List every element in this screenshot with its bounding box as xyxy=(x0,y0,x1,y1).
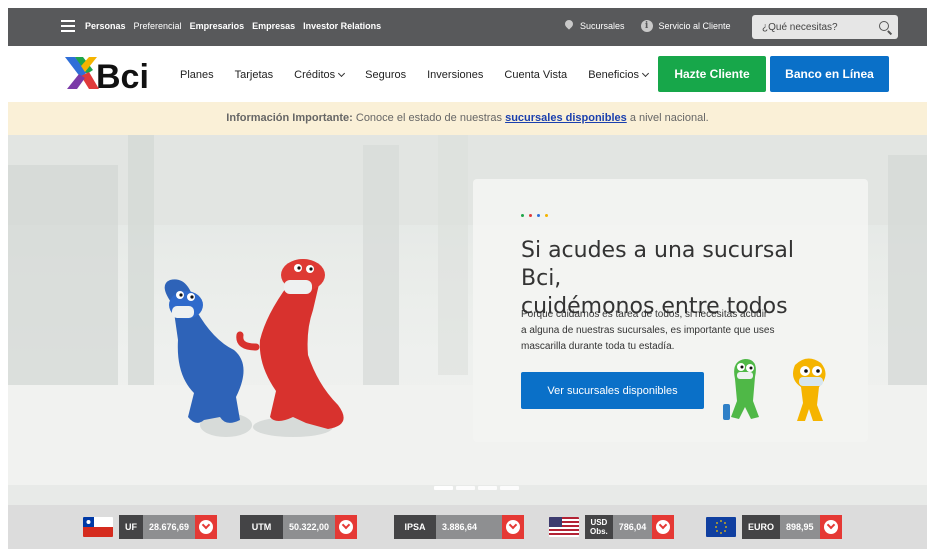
ver-sucursales-button[interactable]: Ver sucursales disponibles xyxy=(521,372,704,409)
info-banner: Información Importante: Conoce el estado… xyxy=(8,102,927,135)
search-icon[interactable] xyxy=(879,21,889,31)
carousel-indicators xyxy=(434,486,519,490)
chevron-down-icon xyxy=(338,69,346,78)
carousel-dot-3[interactable] xyxy=(478,486,497,490)
ticker-value: 786,04 xyxy=(612,515,653,539)
segment-link-empresarios[interactable]: Empresarios xyxy=(190,21,245,31)
menu-icon[interactable] xyxy=(61,20,75,32)
nav-item-inversiones[interactable]: Inversiones xyxy=(427,69,483,81)
ticker-label: UF xyxy=(119,515,143,539)
ticker-value: 898,95 xyxy=(780,515,820,539)
nav-item-seguros[interactable]: Seguros xyxy=(365,69,406,81)
ticker-usd: USD Obs. 786,04 xyxy=(549,515,675,539)
hazte-cliente-button[interactable]: Hazte Cliente xyxy=(658,56,766,92)
hero-body-line2: a alguna de nuestras sucursales, es impo… xyxy=(521,325,775,336)
ticker-euro: EURO 898,95 xyxy=(706,515,842,539)
search-input[interactable] xyxy=(752,15,870,39)
nav-item-planes[interactable]: Planes xyxy=(180,69,214,81)
nav-item-cuenta-vista[interactable]: Cuenta Vista xyxy=(504,69,567,81)
chevron-down-icon[interactable] xyxy=(335,515,358,539)
chevron-down-icon[interactable] xyxy=(819,515,842,539)
search-box xyxy=(752,15,898,39)
segment-link-investor-relations[interactable]: Investor Relations xyxy=(303,21,381,31)
location-pin-icon xyxy=(564,20,574,32)
ticker-label: IPSA xyxy=(394,515,436,539)
top-bar: Personas Preferencial Empresarios Empres… xyxy=(8,8,927,46)
ticker-value: 50.322,00 xyxy=(283,515,336,539)
ticker-label: EURO xyxy=(742,515,781,539)
segment-link-preferencial[interactable]: Preferencial xyxy=(134,21,182,31)
notice-text-before: Conoce el estado de nuestras xyxy=(355,112,503,124)
ticker-utm: UTM 50.322,00 xyxy=(240,515,358,539)
hero-title-line1: Si acudes a una sucursal Bci, xyxy=(521,238,794,291)
chile-flag-icon xyxy=(83,517,113,537)
logo-text: Bci xyxy=(96,58,149,96)
ticker-ipsa: IPSA 3.886,64 xyxy=(394,515,524,539)
banco-en-linea-button[interactable]: Banco en Línea xyxy=(770,56,889,92)
ticker-label: UTM xyxy=(240,515,283,539)
small-mascots-illustration xyxy=(723,358,826,421)
usa-flag-icon xyxy=(549,517,579,537)
carousel-dot-2[interactable] xyxy=(456,486,475,490)
eu-flag-icon xyxy=(706,517,736,537)
brand-dots xyxy=(521,214,548,217)
carousel-dot-4[interactable] xyxy=(500,486,519,490)
sucursales-disponibles-link[interactable]: sucursales disponibles xyxy=(505,112,627,124)
sucursales-link[interactable]: Sucursales xyxy=(580,21,625,31)
nav-item-creditos[interactable]: Créditos xyxy=(294,69,346,81)
segment-link-empresas[interactable]: Empresas xyxy=(252,21,295,31)
notice-text-after: a nivel nacional. xyxy=(629,112,709,124)
segment-links: Personas Preferencial Empresarios Empres… xyxy=(85,21,381,31)
nav-item-beneficios[interactable]: Beneficios xyxy=(588,69,649,81)
servicio-cliente-link[interactable]: Servicio al Cliente xyxy=(659,21,731,31)
chevron-down-icon[interactable] xyxy=(195,515,218,539)
notice-title: Información Importante: xyxy=(226,112,353,124)
ticker-value: 3.886,64 xyxy=(436,515,502,539)
top-utilities: Sucursales i Servicio al Cliente xyxy=(564,20,731,32)
chevron-down-icon xyxy=(641,69,649,78)
segment-link-personas[interactable]: Personas xyxy=(85,21,126,31)
chevron-down-icon[interactable] xyxy=(652,515,675,539)
ticker-uf: UF 28.676,69 xyxy=(83,515,218,539)
ticker-label: USD Obs. xyxy=(585,515,613,539)
promo-card: Si acudes a una sucursal Bci, cuidémonos… xyxy=(473,179,868,442)
info-icon: i xyxy=(640,20,653,32)
nav-item-tarjetas[interactable]: Tarjetas xyxy=(235,69,274,81)
hero-body-line1: Porque cuidarnos es tarea de todos, si n… xyxy=(521,309,768,320)
ticker-value: 28.676,69 xyxy=(143,515,196,539)
nav-links: Planes Tarjetas Créditos Seguros Inversi… xyxy=(180,69,669,81)
hero-body-line3: mascarilla durante toda tu estadía. xyxy=(521,341,675,352)
carousel-dot-1[interactable] xyxy=(434,486,453,490)
hero-banner: Si acudes a una sucursal Bci, cuidémonos… xyxy=(8,135,927,505)
chevron-down-icon[interactable] xyxy=(502,515,524,539)
bci-logo[interactable]: Bci xyxy=(63,52,163,96)
indicators-ticker: UF 28.676,69 UTM 50.322,00 IPSA 3.886,64… xyxy=(8,505,927,549)
